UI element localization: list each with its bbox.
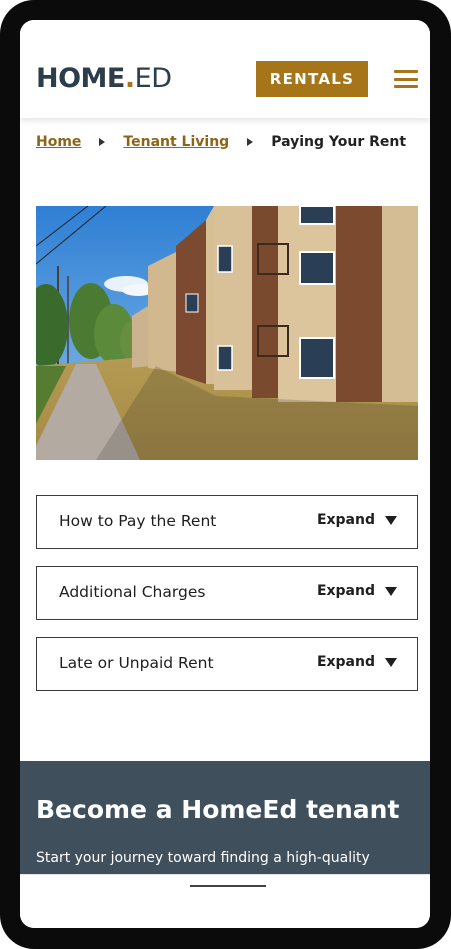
chevron-right-icon: [247, 138, 254, 146]
logo-ed-text: ED: [134, 63, 172, 94]
phone-screen: HOME.ED RENTALS Home Tenant Living Payin…: [20, 20, 430, 928]
expand-toggle[interactable]: Expand: [317, 654, 397, 670]
logo-home-text: HOME: [36, 63, 125, 94]
device-frame: HOME.ED RENTALS Home Tenant Living Payin…: [0, 0, 451, 949]
hero-image: [36, 206, 418, 460]
site-header: HOME.ED RENTALS: [20, 20, 430, 118]
chevron-right-icon: [99, 138, 106, 146]
rentals-button[interactable]: RENTALS: [256, 61, 368, 97]
breadcrumb-link-tenant-living[interactable]: Tenant Living: [123, 134, 229, 150]
accordion-title: Late or Unpaid Rent: [59, 654, 214, 672]
cta-heading: Become a HomeEd tenant: [36, 795, 400, 824]
accordion-title: How to Pay the Rent: [59, 512, 217, 530]
hamburger-icon[interactable]: [394, 70, 418, 88]
expand-label: Expand: [316, 512, 375, 528]
become-tenant-section: Become a HomeEd tenant Start your journe…: [20, 761, 430, 874]
logo-dot: .: [124, 63, 135, 94]
apartment-building-photo: [36, 206, 418, 460]
home-indicator[interactable]: [190, 885, 266, 887]
expand-label: Expand: [316, 654, 375, 670]
expand-toggle[interactable]: Expand: [317, 512, 397, 528]
browser-bottom-bar: [20, 874, 430, 928]
menu-line: [394, 70, 418, 73]
breadcrumb-link-home[interactable]: Home: [36, 134, 81, 150]
triangle-down-icon: [385, 515, 397, 525]
accordion-how-to-pay[interactable]: How to Pay the Rent Expand: [36, 495, 418, 549]
menu-line: [394, 85, 418, 88]
breadcrumb: Home Tenant Living Paying Your Rent: [36, 134, 406, 150]
triangle-down-icon: [385, 657, 397, 667]
expand-label: Expand: [316, 583, 375, 599]
homeed-logo[interactable]: HOME.ED: [36, 64, 172, 94]
accordion-late-unpaid-rent[interactable]: Late or Unpaid Rent Expand: [36, 637, 418, 691]
cta-text: Start your journey toward finding a high…: [36, 850, 370, 866]
expand-toggle[interactable]: Expand: [317, 583, 397, 599]
accordion-additional-charges[interactable]: Additional Charges Expand: [36, 566, 418, 620]
breadcrumb-current: Paying Your Rent: [271, 134, 407, 150]
accordion-title: Additional Charges: [59, 583, 206, 601]
menu-line: [394, 77, 418, 81]
triangle-down-icon: [385, 586, 397, 596]
